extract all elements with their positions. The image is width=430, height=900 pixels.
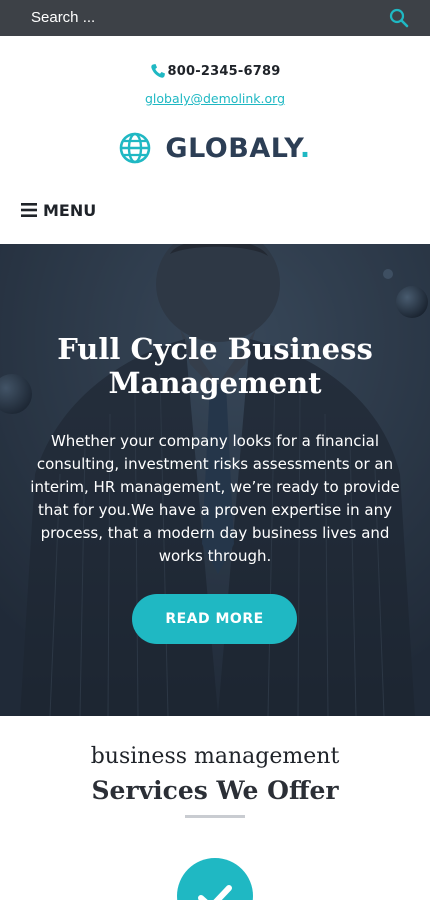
hero-banner: Full Cycle Business Management Whether y…: [0, 244, 430, 716]
site-logo[interactable]: GLOBALY.: [0, 128, 430, 168]
service-badge: [177, 858, 253, 900]
logo-wordmark: GLOBALY.: [165, 133, 310, 164]
search-bar: [0, 0, 430, 36]
read-more-button[interactable]: READ MORE: [132, 594, 297, 644]
email-row: globaly@demolink.org: [0, 90, 430, 108]
checkmark-icon: [198, 885, 232, 900]
services-subtitle: business management: [90, 744, 340, 769]
search-button[interactable]: [388, 7, 410, 29]
globe-icon: [120, 132, 151, 164]
hero-title: Full Cycle Business Management: [57, 332, 373, 400]
hero-description: Whether your company looks for a financi…: [30, 432, 400, 565]
phone-icon: [150, 64, 165, 78]
services-title: Services We Offer: [91, 776, 339, 805]
hero-content: Full Cycle Business Management Whether y…: [0, 332, 430, 568]
email-link[interactable]: globaly@demolink.org: [145, 91, 285, 106]
menu-label: MENU: [43, 200, 97, 220]
hamburger-icon: [21, 203, 37, 217]
phone-contact[interactable]: 800-2345-6789: [0, 60, 430, 82]
search-input[interactable]: [31, 0, 331, 36]
logo-dot: .: [299, 132, 311, 164]
menu-toggle[interactable]: MENU: [21, 198, 96, 222]
logo-name: GLOBALY: [165, 132, 300, 164]
section-divider: [185, 815, 245, 818]
phone-number: 800-2345-6789: [167, 63, 281, 79]
search-icon: [389, 8, 409, 28]
